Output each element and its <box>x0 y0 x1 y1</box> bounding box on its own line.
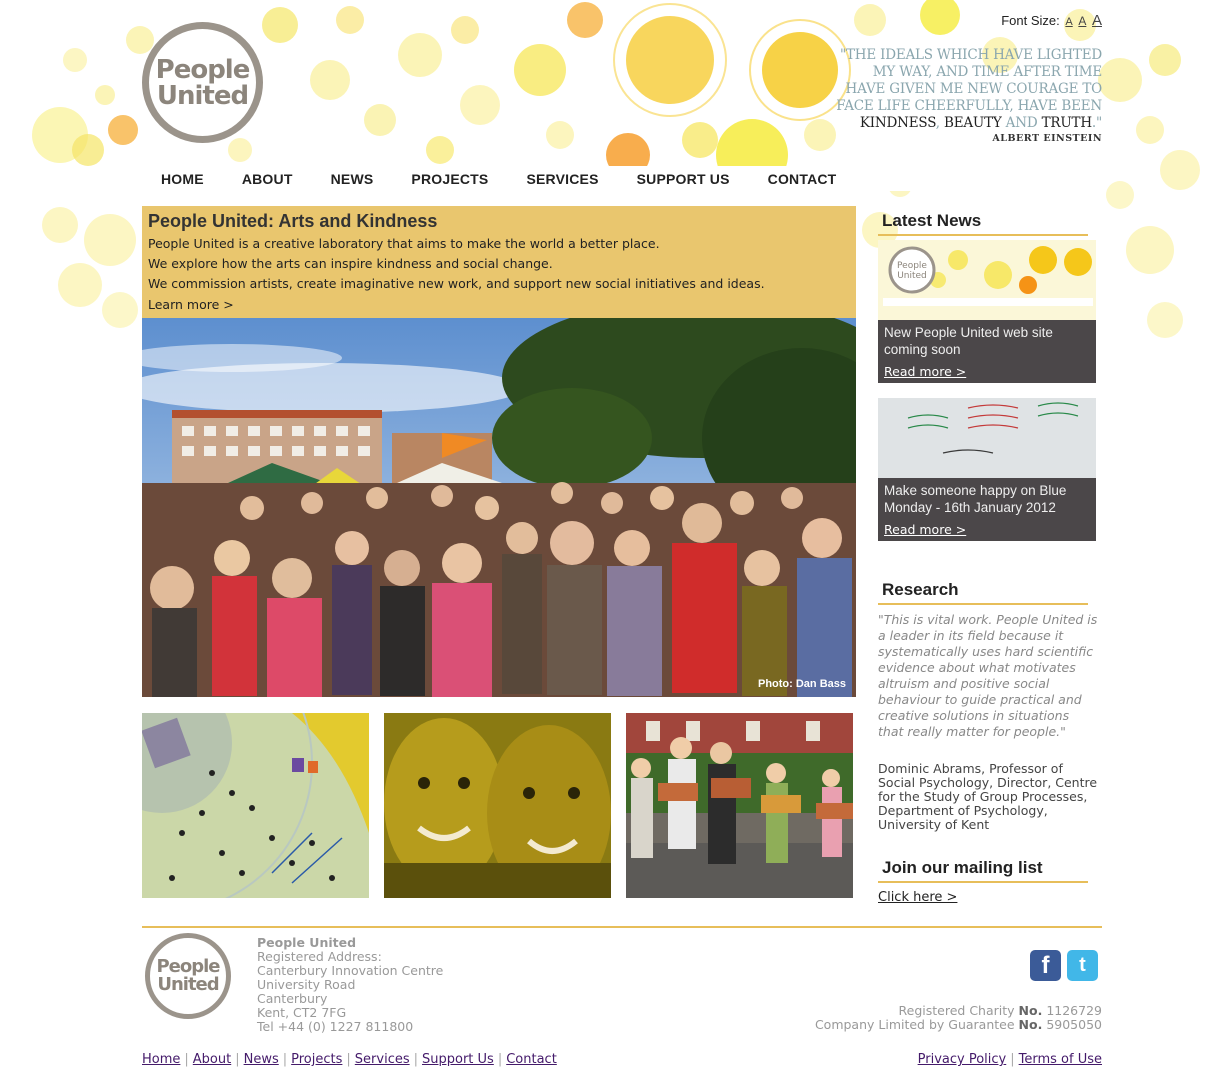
nav-news[interactable]: NEWS <box>331 171 374 187</box>
news-caption-blue-monday: Make someone happy on Blue Monday - 16th… <box>878 478 1096 541</box>
font-size-small-link[interactable]: A <box>1065 16 1072 28</box>
charity-line: Registered Charity No. 1126729 <box>898 1003 1102 1018</box>
research-credit: Dominic Abrams, Professor of Social Psyc… <box>878 761 1098 832</box>
intro-line-2: We explore how the arts can inspire kind… <box>148 256 553 271</box>
thumbnail-illustration[interactable] <box>142 713 369 898</box>
thumbnail-boys-photo[interactable] <box>384 713 611 898</box>
nav-about[interactable]: ABOUT <box>242 171 293 187</box>
people-united-logo[interactable]: People United <box>142 22 263 143</box>
address-phone: Tel +44 (0) 1227 811800 <box>257 1019 414 1034</box>
quote-word-kindness: KINDNESS <box>859 115 936 131</box>
quote-author: ALBERT EINSTEIN <box>992 133 1102 144</box>
mailing-list-link[interactable]: Click here > <box>878 890 957 905</box>
address-line: University Road <box>257 977 356 992</box>
news-caption-website: New People United web site coming soon R… <box>878 320 1096 383</box>
thumbnail-children-photo[interactable] <box>626 713 853 898</box>
footer-org-name: People United <box>257 935 357 950</box>
nav-home[interactable]: HOME <box>161 171 204 187</box>
footer-link-about[interactable]: About <box>193 1052 231 1067</box>
svg-text:People: People <box>897 261 927 271</box>
news-image-website: People United <box>878 240 1096 320</box>
latest-news-heading: Latest News <box>878 211 1088 236</box>
footer-link-projects[interactable]: Projects <box>291 1052 342 1067</box>
footer-divider <box>142 926 1102 928</box>
news-title-blue-monday: Make someone happy on Blue Monday - 16th… <box>884 483 1067 515</box>
footer-link-home[interactable]: Home <box>142 1052 180 1067</box>
address-line: Canterbury Innovation Centre <box>257 963 444 978</box>
research-quote: "This is vital work. People United is a … <box>878 612 1098 739</box>
svg-text:United: United <box>897 271 927 281</box>
hero-crowd-photo: Photo: Dan Bass <box>142 318 856 697</box>
news-card-blue-monday[interactable]: Make someone happy on Blue Monday - 16th… <box>878 398 1096 541</box>
footer-logo-text: People United <box>156 956 220 995</box>
footer-address: People United Registered Address: Canter… <box>257 936 443 1034</box>
mailing-list-heading: Join our mailing list <box>878 858 1088 883</box>
einstein-quote: "THE IDEALS WHICH HAVE LIGHTED MY WAY, A… <box>830 47 1102 145</box>
quote-and: AND <box>1001 115 1042 131</box>
legal-links: Privacy Policy | Terms of Use <box>917 1052 1102 1067</box>
address-line: Registered Address: <box>257 949 382 964</box>
registration-info: Registered Charity No. 1126729 Company L… <box>815 1004 1102 1032</box>
footer-link-contact[interactable]: Contact <box>506 1052 557 1067</box>
learn-more-link[interactable]: Learn more > <box>148 297 234 312</box>
font-size-medium-link[interactable]: A <box>1078 14 1086 28</box>
intro-title: People United: Arts and Kindness <box>148 211 438 231</box>
social-links: f t <box>1030 950 1098 981</box>
address-line: Canterbury <box>257 991 328 1006</box>
news-read-more-blue-monday[interactable]: Read more > <box>884 522 1090 537</box>
quote-sep: , <box>935 115 944 131</box>
news-image-blue-monday <box>878 398 1096 478</box>
quote-word-beauty: BEAUTY <box>943 115 1002 131</box>
footer-link-services[interactable]: Services <box>355 1052 410 1067</box>
intro-line-3: We commission artists, create imaginativ… <box>148 276 765 291</box>
research-heading: Research <box>878 580 1088 605</box>
footer-logo[interactable]: People United <box>145 933 231 1019</box>
intro-line-1: People United is a creative laboratory t… <box>148 236 660 251</box>
footer-link-news[interactable]: News <box>244 1052 279 1067</box>
quote-word-truth: TRUTH <box>1041 115 1093 131</box>
intro-panel: People United: Arts and Kindness People … <box>142 206 856 318</box>
news-read-more-website[interactable]: Read more > <box>884 364 1090 379</box>
facebook-icon[interactable]: f <box>1030 950 1061 981</box>
quote-end: ." <box>1091 115 1102 131</box>
main-nav: HOME ABOUT NEWS PROJECTS SERVICES SUPPOR… <box>142 166 1106 191</box>
quote-text: "THE IDEALS WHICH HAVE LIGHTED MY WAY, A… <box>836 47 1102 114</box>
footer-link-support-us[interactable]: Support Us <box>422 1052 494 1067</box>
news-title-website: New People United web site coming soon <box>884 325 1053 357</box>
nav-services[interactable]: SERVICES <box>526 171 598 187</box>
logo-text: People United <box>155 54 251 111</box>
font-size-control: Font Size: A A A <box>1001 12 1102 29</box>
font-size-label: Font Size: <box>1001 13 1060 28</box>
nav-support-us[interactable]: SUPPORT US <box>637 171 730 187</box>
company-line: Company Limited by Guarantee No. 5905050 <box>814 1017 1102 1032</box>
address-line: Kent, CT2 7FG <box>257 1005 347 1020</box>
nav-contact[interactable]: CONTACT <box>768 171 837 187</box>
footer-nav: Home | About | News | Projects | Services | Suppor… <box>142 1052 557 1067</box>
font-size-large-link[interactable]: A <box>1092 12 1102 29</box>
privacy-policy-link[interactable]: Privacy Policy <box>918 1052 1007 1067</box>
photo-credit: Photo: Dan Bass <box>757 678 846 690</box>
twitter-icon[interactable]: t <box>1067 950 1098 981</box>
nav-projects[interactable]: PROJECTS <box>411 171 488 187</box>
news-card-website[interactable]: People United New People United web site… <box>878 240 1096 383</box>
terms-of-use-link[interactable]: Terms of Use <box>1019 1052 1102 1067</box>
